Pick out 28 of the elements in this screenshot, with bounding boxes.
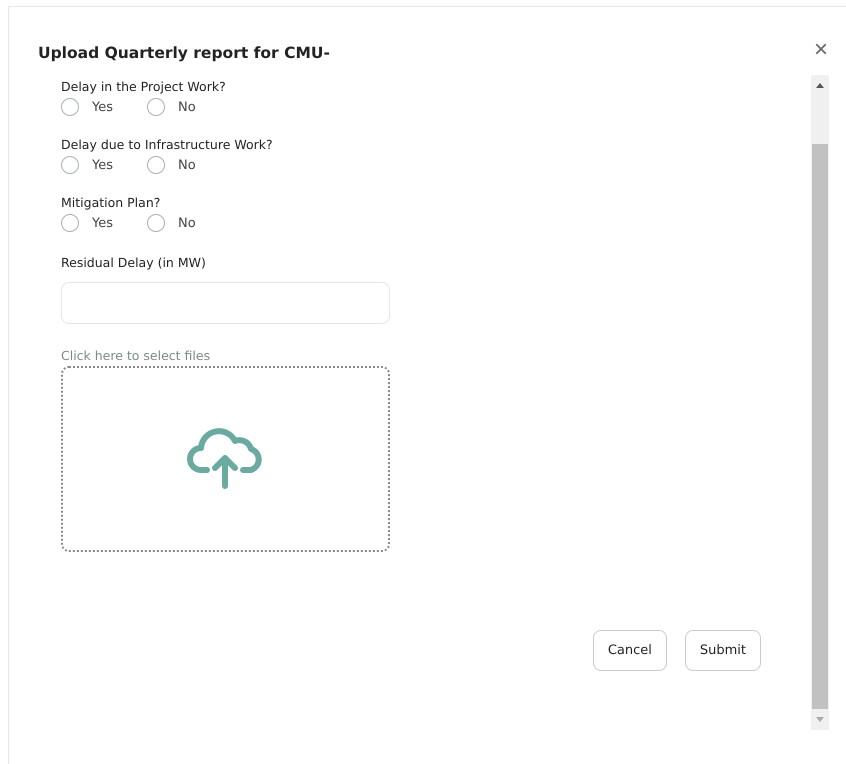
- action-button[interactable]: Submit: [684, 630, 761, 671]
- radio-button[interactable]: [61, 214, 79, 232]
- scrollbar[interactable]: [811, 75, 829, 730]
- radio-button[interactable]: [61, 98, 79, 116]
- close-button[interactable]: ×: [814, 38, 828, 62]
- scrollbar-thumb[interactable]: [812, 144, 828, 709]
- dialog-title: Upload Quarterly report for CMU-: [38, 44, 330, 62]
- scroll-up-icon[interactable]: [816, 83, 824, 88]
- scroll-down-icon[interactable]: [816, 717, 824, 722]
- radio-option[interactable]: Yes: [61, 98, 113, 116]
- question-label: Delay in the Project Work?: [61, 79, 227, 94]
- question-label: Delay due to Infrastructure Work?: [61, 137, 274, 152]
- radio-option[interactable]: Yes: [61, 214, 113, 232]
- file-dropzone[interactable]: [61, 366, 390, 552]
- action-button[interactable]: Cancel: [592, 630, 667, 671]
- radio-button[interactable]: [61, 156, 79, 174]
- upload-hint: Click here to select files: [61, 348, 212, 363]
- radio-option[interactable]: Yes: [61, 156, 113, 174]
- radio-button[interactable]: [147, 98, 165, 116]
- question-label: Mitigation Plan?: [61, 195, 162, 210]
- input-field[interactable]: [61, 282, 390, 324]
- radio-button[interactable]: [147, 214, 165, 232]
- radio-option[interactable]: No: [147, 214, 196, 232]
- radio-button[interactable]: [147, 156, 165, 174]
- cloud-upload-icon: [186, 428, 264, 490]
- radio-option[interactable]: No: [147, 98, 196, 116]
- field-label: Residual Delay (in MW): [61, 255, 207, 270]
- radio-option[interactable]: No: [147, 156, 196, 174]
